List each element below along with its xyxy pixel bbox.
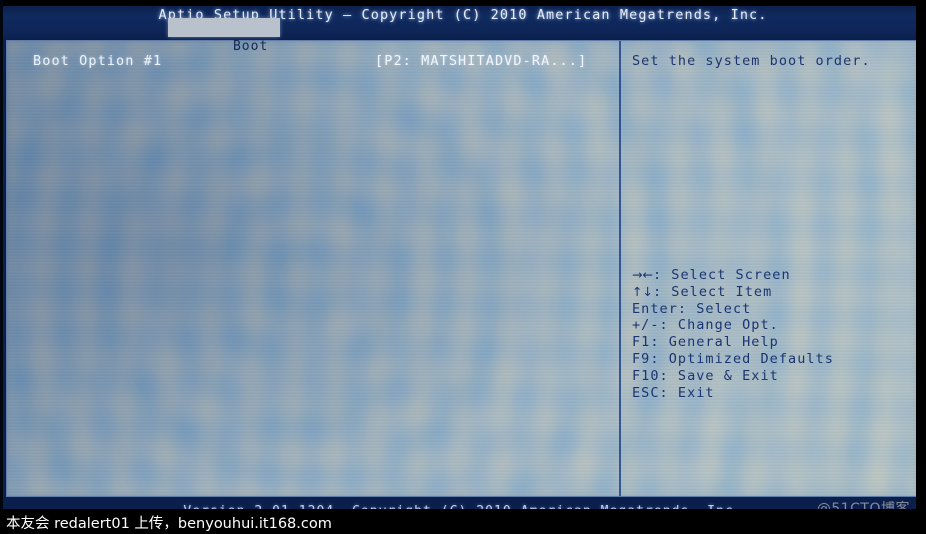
- help-panel: Set the system boot order. →←: Select Sc…: [627, 41, 912, 496]
- key-legend-item: ESC: Exit: [632, 384, 715, 401]
- arrow-ud-icon: ↑↓: [632, 283, 653, 299]
- menu-tab-row: Boot: [0, 18, 926, 54]
- boot-option-1-value[interactable]: [P2: MATSHITADVD-RA...]: [375, 53, 587, 69]
- tab-boot[interactable]: Boot: [168, 18, 281, 54]
- key-legend-item: →←: Select Screen: [632, 267, 912, 284]
- panel-divider: [619, 41, 621, 496]
- help-description: Set the system boot order.: [632, 53, 871, 69]
- content-panel: Boot Option #1 [P2: MATSHITADVD-RA...] S…: [6, 40, 917, 497]
- key-legend-item: F10: Save & Exit: [632, 367, 779, 384]
- panel-content: Boot Option #1 [P2: MATSHITADVD-RA...] S…: [7, 41, 916, 496]
- key-legend: →←: Select Screen ↑↓: Select Item Enter:…: [632, 267, 912, 401]
- key-legend-item: F9: Optimized Defaults: [632, 350, 834, 367]
- key-legend-item: +/-: Change Opt.: [632, 317, 779, 334]
- key-legend-item: ↑↓: Select Item: [632, 284, 912, 301]
- key-legend-item: Enter: Select: [632, 300, 752, 317]
- arrow-lr-icon: →←: [632, 267, 653, 282]
- key-legend-text: : Select Item: [652, 283, 773, 300]
- monitor-bezel-right: [916, 0, 926, 534]
- key-legend-text: : Select Screen: [652, 267, 791, 283]
- key-legend-item: F1: General Help: [632, 334, 779, 351]
- boot-option-row-1[interactable]: Boot Option #1 [P2: MATSHITADVD-RA...]: [7, 53, 612, 73]
- bios-screen: Aptio Setup Utility – Copyright (C) 2010…: [0, 0, 926, 534]
- caption-bar: 本友会 redalert01 上传，benyouhui.it168.com: [0, 509, 926, 534]
- monitor-bezel-top: [0, 0, 926, 6]
- boot-option-1-label: Boot Option #1: [33, 53, 163, 69]
- monitor-bezel-left: [0, 0, 3, 534]
- caption-text: 本友会 redalert01 上传，benyouhui.it168.com: [6, 516, 332, 532]
- tab-boot-label: Boot: [232, 39, 269, 54]
